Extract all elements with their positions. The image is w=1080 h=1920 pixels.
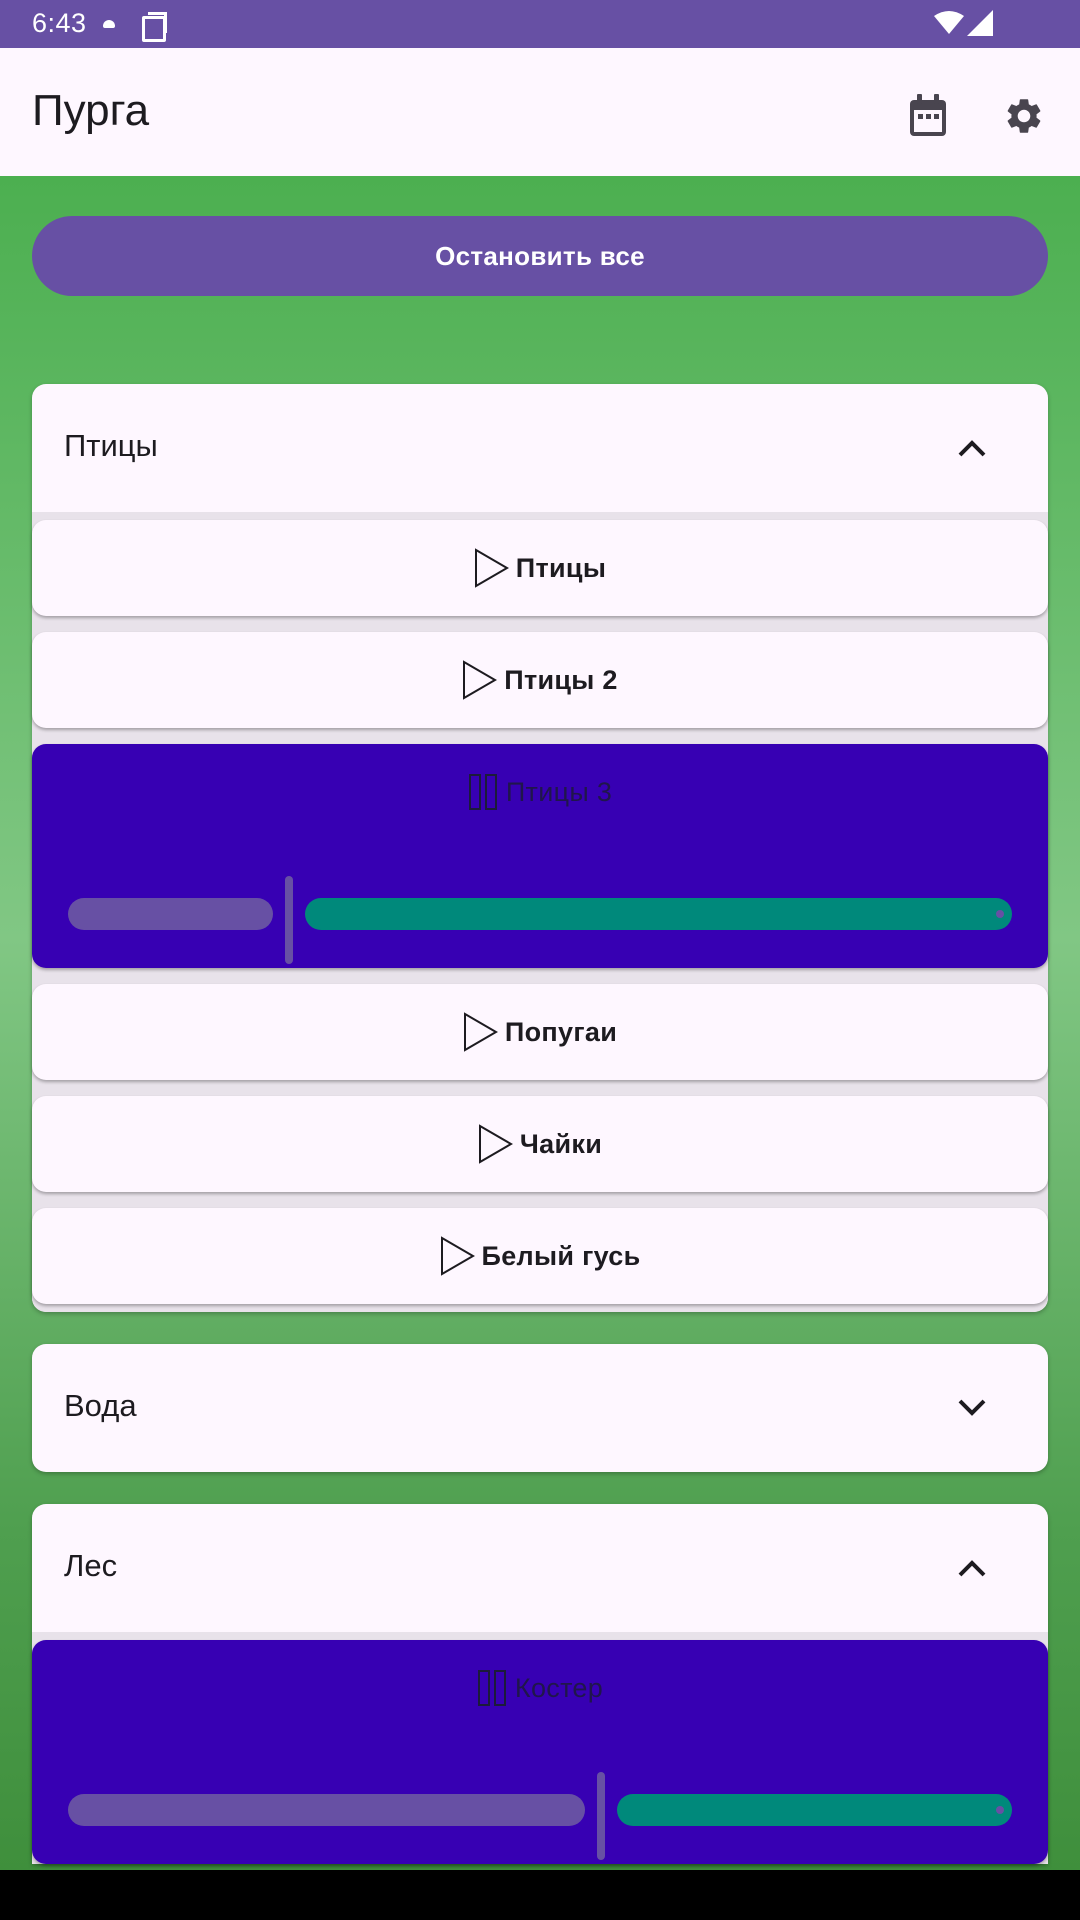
chevron-up-icon[interactable] [952, 428, 992, 468]
play-icon [463, 660, 498, 700]
gear-icon [1007, 99, 1041, 133]
settings-button[interactable] [994, 86, 1054, 146]
sound-card-playing[interactable]: Костер [32, 1640, 1048, 1864]
copy-icon [142, 12, 167, 42]
chevron-down-icon[interactable] [952, 1388, 992, 1428]
group-water: Вода [32, 1344, 1048, 1472]
group-forest: Лес Костер [32, 1504, 1048, 1864]
sound-label: Попугаи [504, 1016, 618, 1047]
slider-inactive-track [68, 1794, 585, 1826]
wifi-icon [934, 11, 964, 34]
group-header-birds[interactable]: Птицы [32, 384, 1048, 512]
sound-card[interactable]: Белый гусь [32, 1208, 1048, 1304]
slider-active-track [305, 898, 1012, 930]
group-title: Птицы [64, 428, 158, 463]
signal-icon [967, 10, 993, 36]
sound-card[interactable]: Чайки [32, 1096, 1048, 1192]
sound-label: Птицы [515, 552, 607, 583]
sound-card[interactable]: Птицы 2 [32, 632, 1048, 728]
group-title: Лес [64, 1548, 118, 1583]
sound-card[interactable]: Птицы [32, 520, 1048, 616]
app-title: Пурга [32, 86, 150, 135]
group-title: Вода [64, 1388, 137, 1423]
sound-label: Птицы 2 [504, 664, 618, 695]
chevron-up-icon[interactable] [952, 1548, 992, 1588]
sound-card[interactable]: Попугаи [32, 984, 1048, 1080]
volume-slider[interactable] [68, 1772, 1012, 1860]
play-icon [478, 1124, 513, 1164]
slider-stop-indicator [996, 910, 1004, 918]
pause-icon [477, 1670, 506, 1706]
play-icon [440, 1236, 475, 1276]
play-icon [463, 1012, 498, 1052]
sound-label: Костер [514, 1672, 604, 1703]
slider-inactive-track [68, 898, 273, 930]
sound-label: Птицы 3 [505, 776, 613, 807]
group-body-birds: Птицы Птицы 2 Птицы 3 Попугаи Чайки Белы… [32, 512, 1048, 1312]
sound-list[interactable]: Остановить все Птицы Птицы Птицы 2 Птицы… [0, 176, 1080, 1870]
group-body-forest: Костер [32, 1632, 1048, 1864]
sound-label: Белый гусь [481, 1240, 641, 1271]
slider-thumb[interactable] [597, 1772, 605, 1860]
slider-active-track [617, 1794, 1012, 1826]
group-header-water[interactable]: Вода [32, 1344, 1048, 1472]
play-icon [474, 548, 509, 588]
sound-label: Чайки [519, 1128, 603, 1159]
notification-icon [103, 20, 115, 28]
calendar-icon [910, 94, 946, 136]
group-birds: Птицы Птицы Птицы 2 Птицы 3 Попугаи Чайк… [32, 384, 1048, 1312]
stop-all-button[interactable]: Остановить все [32, 216, 1048, 296]
status-time: 6:43 [32, 8, 87, 38]
calendar-button[interactable] [898, 86, 958, 146]
status-bar: 6:43 [0, 0, 1080, 48]
volume-slider[interactable] [68, 876, 1012, 964]
pause-icon [468, 774, 497, 810]
group-header-forest[interactable]: Лес [32, 1504, 1048, 1632]
slider-thumb[interactable] [285, 876, 293, 964]
app-bar: Пурга [0, 48, 1080, 176]
slider-stop-indicator [996, 1806, 1004, 1814]
sound-card-playing[interactable]: Птицы 3 [32, 744, 1048, 968]
